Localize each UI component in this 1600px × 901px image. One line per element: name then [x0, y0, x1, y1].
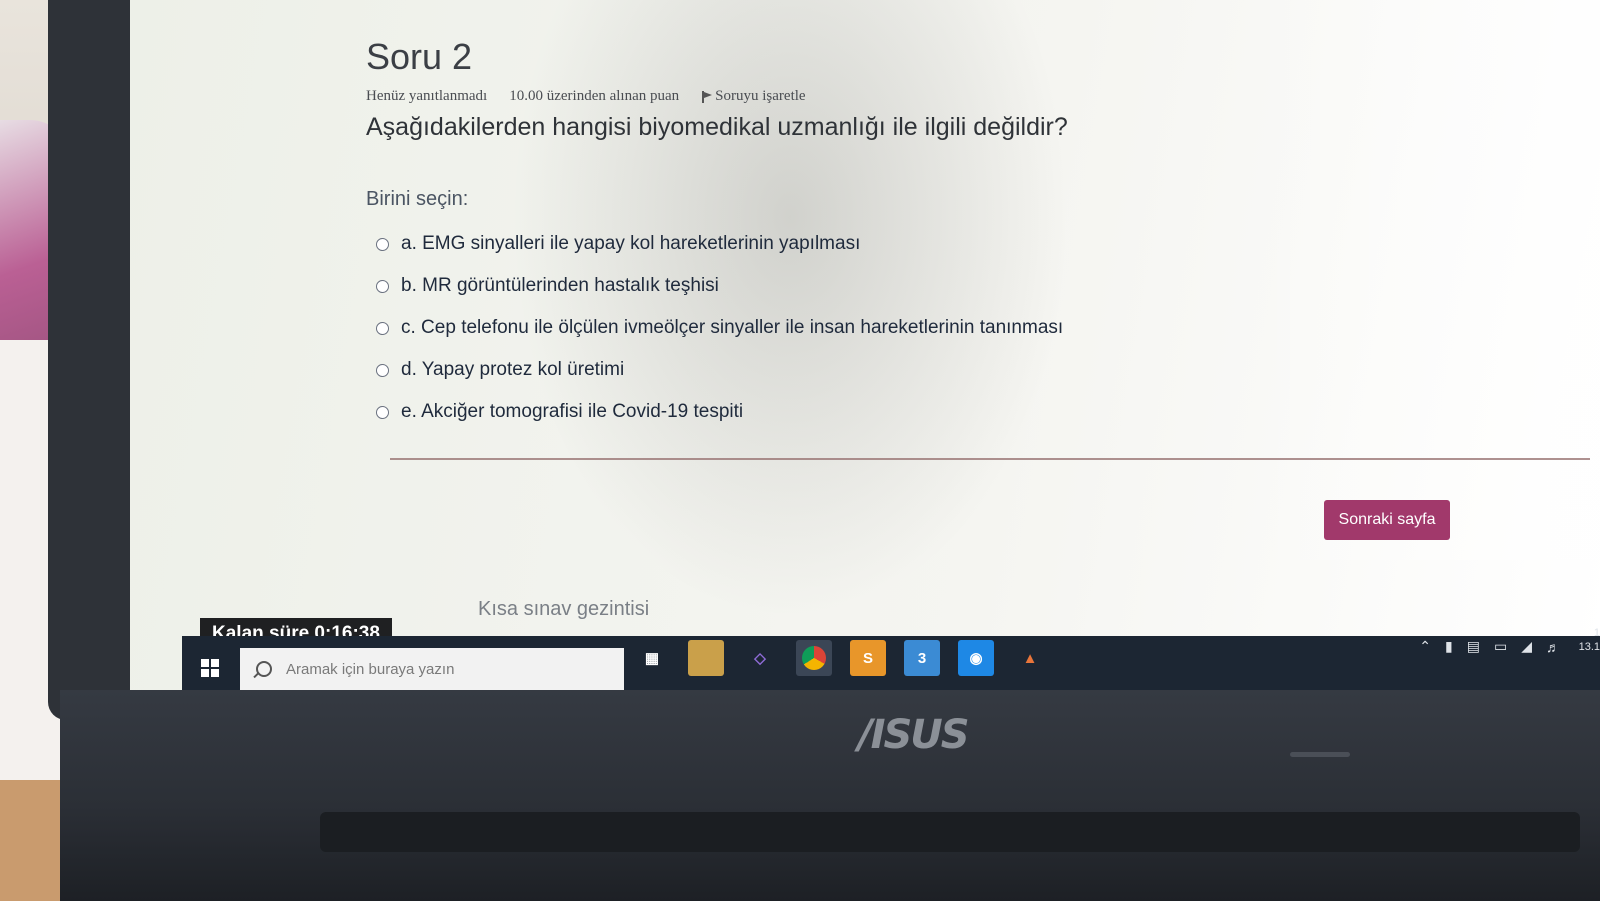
flag-question-link[interactable]: Soruyu işaretle [701, 88, 806, 105]
radio-button[interactable] [376, 363, 389, 377]
answer-options: a. EMG sinyalleri ile yapay kol hareketl… [376, 223, 1566, 433]
radio-button[interactable] [376, 321, 389, 335]
option-e[interactable]: e. Akciğer tomografisi ile Covid-19 tesp… [376, 391, 1566, 433]
status-led [1290, 752, 1350, 757]
network-icon[interactable]: ▤ [1467, 638, 1480, 655]
question-text: Aşağıdakilerden hangisi biyomedikal uzma… [366, 113, 1068, 141]
windows-icon [201, 659, 219, 677]
camera-app-icon[interactable]: ◉ [958, 640, 994, 676]
choose-label: Birini seçin: [366, 188, 469, 210]
divider [390, 458, 1590, 460]
flag-icon [701, 90, 713, 103]
question-meta: Henüz yanıtlanmadı 10.00 üzerinden alına… [366, 88, 1566, 105]
system-tray: ⌃ ▮ ▤ ▭ ◢ ♬ [1419, 638, 1560, 655]
volume-icon[interactable]: ♬ [1546, 639, 1560, 655]
taskbar: ▦ ◇ S 3 ◉ ▲ ⌃ ▮ ▤ ▭ ◢ ♬ 1 13.1 [182, 627, 1600, 690]
option-c[interactable]: c. Cep telefonu ile ölçülen ivmeölçer si… [376, 307, 1566, 349]
radio-button[interactable] [376, 237, 389, 251]
chrome-icon[interactable] [796, 640, 832, 676]
laptop-logo: /ISUS [858, 712, 970, 758]
max-points: 10.00 üzerinden alınan puan [509, 88, 680, 104]
flag-question-label: Soruyu işaretle [715, 88, 806, 104]
visual-studio-icon[interactable]: ◇ [742, 640, 778, 676]
laptop-hinge [320, 812, 1580, 852]
clock[interactable]: 1 13.1 [1579, 626, 1600, 654]
wifi-icon[interactable]: ◢ [1521, 638, 1532, 655]
task-view-icon[interactable]: ▦ [634, 640, 670, 676]
option-d[interactable]: d. Yapay protez kol üretimi [376, 349, 1566, 391]
usb-icon[interactable]: ▮ [1445, 638, 1453, 655]
taskbar-apps: ▦ ◇ S 3 ◉ ▲ [634, 640, 1048, 676]
option-label: c. Cep telefonu ile ölçülen ivmeölçer si… [401, 317, 1064, 338]
option-label: b. MR görüntülerinden hastalık teşhisi [401, 275, 719, 296]
search-icon [256, 661, 272, 677]
option-a[interactable]: a. EMG sinyalleri ile yapay kol hareketl… [376, 223, 1566, 265]
start-button[interactable] [182, 646, 238, 690]
option-b[interactable]: b. MR görüntülerinden hastalık teşhisi [376, 265, 1566, 307]
clock-date: 13.1 [1578, 641, 1600, 653]
file-explorer-icon[interactable] [688, 640, 724, 676]
search-input[interactable] [284, 659, 608, 679]
option-label: e. Akciğer tomografisi ile Covid-19 tesp… [401, 401, 744, 422]
quiz-navigation-title[interactable]: Kısa sınav gezintisi [478, 598, 649, 621]
option-label: d. Yapay protez kol üretimi [401, 359, 625, 380]
clock-time: 1 [1593, 627, 1600, 639]
screen: Soru 2 Henüz yanıtlanmadı 10.00 üzerinde… [130, 0, 1600, 690]
sublime-icon[interactable]: S [850, 640, 886, 676]
radio-button[interactable] [376, 279, 389, 293]
chevron-up-icon[interactable]: ⌃ [1419, 638, 1431, 655]
taskbar-search[interactable] [240, 648, 624, 690]
answer-status: Henüz yanıtlanmadı [366, 88, 488, 104]
matlab-icon[interactable]: ▲ [1012, 640, 1048, 676]
option-label: a. EMG sinyalleri ile yapay kol hareketl… [401, 233, 861, 254]
next-page-button[interactable]: Sonraki sayfa [1324, 500, 1450, 540]
laptop-base [60, 690, 1600, 901]
question-panel: Soru 2 Henüz yanıtlanmadı 10.00 üzerinde… [366, 36, 1566, 433]
app-badge-icon[interactable]: 3 [904, 640, 940, 676]
question-title: Soru 2 [366, 36, 473, 77]
radio-button[interactable] [376, 405, 389, 419]
battery-icon[interactable]: ▭ [1494, 638, 1507, 655]
